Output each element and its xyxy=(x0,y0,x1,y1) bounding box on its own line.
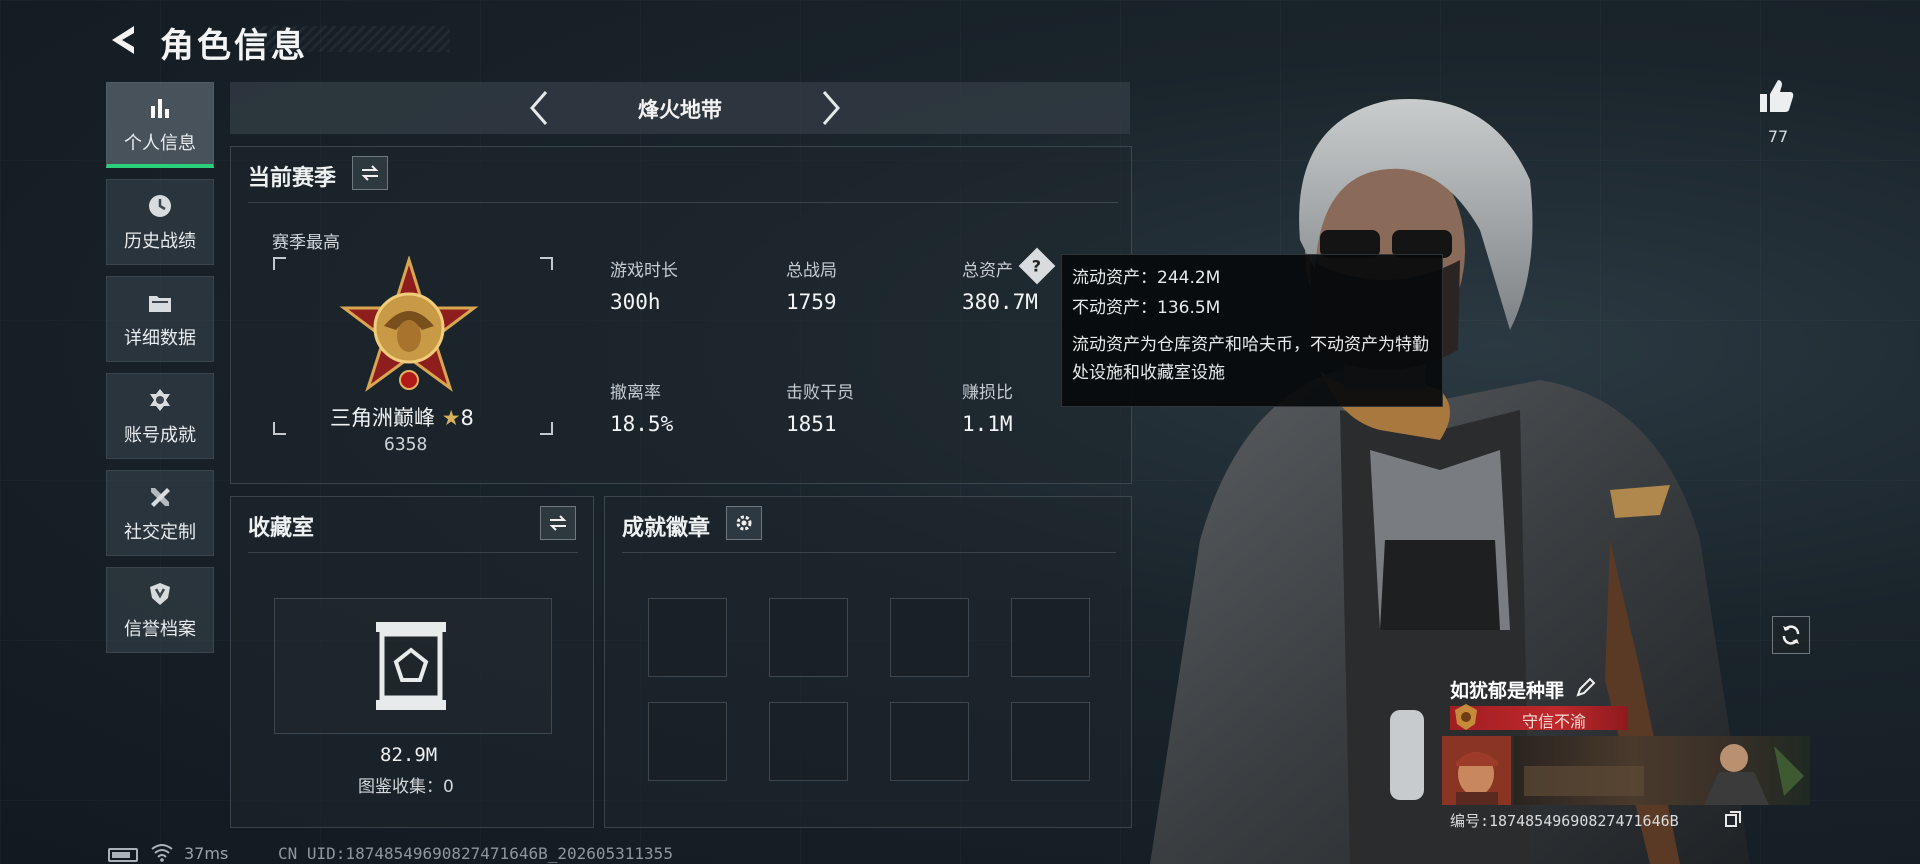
nav-label: 社交定制 xyxy=(124,522,196,543)
achievements-settings-button[interactable] xyxy=(726,506,762,540)
nav-item-history[interactable]: 历史战绩 xyxy=(106,179,214,265)
rank-medal-icon xyxy=(339,256,479,392)
copy-icon[interactable] xyxy=(1724,810,1742,828)
season-switch-button[interactable] xyxy=(352,156,388,190)
refresh-button[interactable] xyxy=(1772,616,1810,654)
stat-label-total-matches: 总战局 xyxy=(786,261,837,281)
divider xyxy=(622,552,1116,553)
edit-pencil-icon[interactable] xyxy=(1575,676,1597,698)
achievement-slot[interactable] xyxy=(890,702,969,781)
achievement-slot[interactable] xyxy=(1011,702,1090,781)
map-name: 烽火地带 xyxy=(638,98,722,122)
season-title: 当前赛季 xyxy=(248,166,337,191)
ping-readout: 37ms xyxy=(184,844,229,863)
avatar[interactable] xyxy=(1442,736,1511,805)
assets-tooltip: 流动资产：244.2M 不动资产：136.5M 流动资产为仓库资产和哈夫币，不动… xyxy=(1061,254,1443,407)
achievement-slot[interactable] xyxy=(648,702,727,781)
stat-label-total-assets: 总资产 xyxy=(962,261,1013,281)
stat-label-playtime: 游戏时长 xyxy=(610,261,678,281)
back-button[interactable] xyxy=(104,20,148,60)
divider xyxy=(248,552,578,553)
rank-name: 三角洲巅峰 ★8 xyxy=(330,402,474,432)
star-icon: ★ xyxy=(441,406,461,430)
nav-label: 信誉档案 xyxy=(124,619,196,640)
chevron-right-icon xyxy=(822,91,840,125)
thumbs-up-icon[interactable] xyxy=(1756,76,1796,116)
gear-icon xyxy=(736,515,752,531)
nav-item-social-custom[interactable]: 社交定制 xyxy=(106,470,214,556)
tools-icon xyxy=(145,482,175,512)
honor-title: 守信不渝 xyxy=(1521,712,1586,731)
achievement-slot[interactable] xyxy=(1011,598,1090,677)
nav-item-detailed-data[interactable]: 详细数据 xyxy=(106,276,214,362)
back-arrow-icon xyxy=(112,26,134,54)
stat-label-profit-ratio: 赚损比 xyxy=(962,383,1013,403)
swap-icon xyxy=(549,515,567,531)
achievement-slot[interactable] xyxy=(890,598,969,677)
collection-switch-button[interactable] xyxy=(540,506,576,540)
stat-value-profit-ratio: 1.1M xyxy=(962,412,1013,436)
shield-icon xyxy=(145,579,175,609)
achievement-slot[interactable] xyxy=(769,598,848,677)
honor-emblem-icon xyxy=(1455,704,1477,730)
divider xyxy=(248,202,1118,203)
wifi-icon xyxy=(151,844,173,862)
folder-icon xyxy=(145,288,175,318)
history-clock-icon xyxy=(145,191,175,221)
collection-value: 82.9M xyxy=(380,744,438,766)
stat-label-operators-defeated: 击败干员 xyxy=(786,383,854,403)
swap-icon xyxy=(361,165,379,181)
rank-stars: 8 xyxy=(460,406,474,430)
achievement-badge-icon xyxy=(145,385,175,415)
collection-catalog: 图鉴收集：0 xyxy=(358,777,454,797)
stat-value-operators-defeated: 1851 xyxy=(786,412,837,436)
nav-label: 个人信息 xyxy=(124,132,196,154)
refresh-icon xyxy=(1782,625,1800,645)
display-case-icon xyxy=(376,622,446,710)
stat-value-total-assets: 380.7M xyxy=(962,290,1038,314)
tooltip-fixed-assets: 不动资产：136.5M xyxy=(1072,298,1221,318)
achievements-title: 成就徽章 xyxy=(622,516,711,541)
profile-banner xyxy=(1514,736,1810,805)
nav-item-achievements[interactable]: 账号成就 xyxy=(106,373,214,459)
stat-value-extraction-rate: 18.5% xyxy=(610,412,674,436)
nav-label: 详细数据 xyxy=(124,328,196,349)
stat-label-extraction-rate: 撤离率 xyxy=(610,383,661,403)
achievement-slot[interactable] xyxy=(648,598,727,677)
nav-label: 历史战绩 xyxy=(124,231,196,252)
tooltip-liquid-assets: 流动资产：244.2M xyxy=(1072,268,1221,288)
achievement-slot[interactable] xyxy=(769,702,848,781)
stat-value-total-matches: 1759 xyxy=(786,290,837,314)
nav-item-credit-record[interactable]: 信誉档案 xyxy=(106,567,214,653)
tooltip-description: 流动资产为仓库资产和哈夫币，不动资产为特勤处设施和收藏室设施 xyxy=(1072,335,1429,383)
player-name: 如犹郁是种罪 xyxy=(1450,680,1565,702)
nav-item-personal-info[interactable]: 个人信息 xyxy=(106,82,214,168)
bar-chart-icon xyxy=(145,93,175,123)
season-best-label: 赛季最高 xyxy=(272,233,340,253)
player-uid: 编号:18748549690827471646B xyxy=(1450,812,1679,830)
sidebar-nav: 个人信息 历史战绩 详细数据 账号成就 社交定制 信誉档案 xyxy=(106,82,214,664)
rank-name-text: 三角洲巅峰 xyxy=(330,406,435,430)
rank-points: 6358 xyxy=(384,434,428,455)
page-title: 角色信息 xyxy=(160,26,308,66)
collection-title: 收藏室 xyxy=(248,516,315,541)
map-next-button[interactable] xyxy=(810,88,850,128)
map-selector: 烽火地带 xyxy=(230,82,1130,134)
nav-label: 账号成就 xyxy=(124,425,196,446)
status-uid: CN UID:18748549690827471646B_20260531135… xyxy=(278,844,673,863)
stat-value-playtime: 300h xyxy=(610,290,661,314)
like-count: 77 xyxy=(1767,127,1789,146)
battery-icon xyxy=(108,848,138,862)
